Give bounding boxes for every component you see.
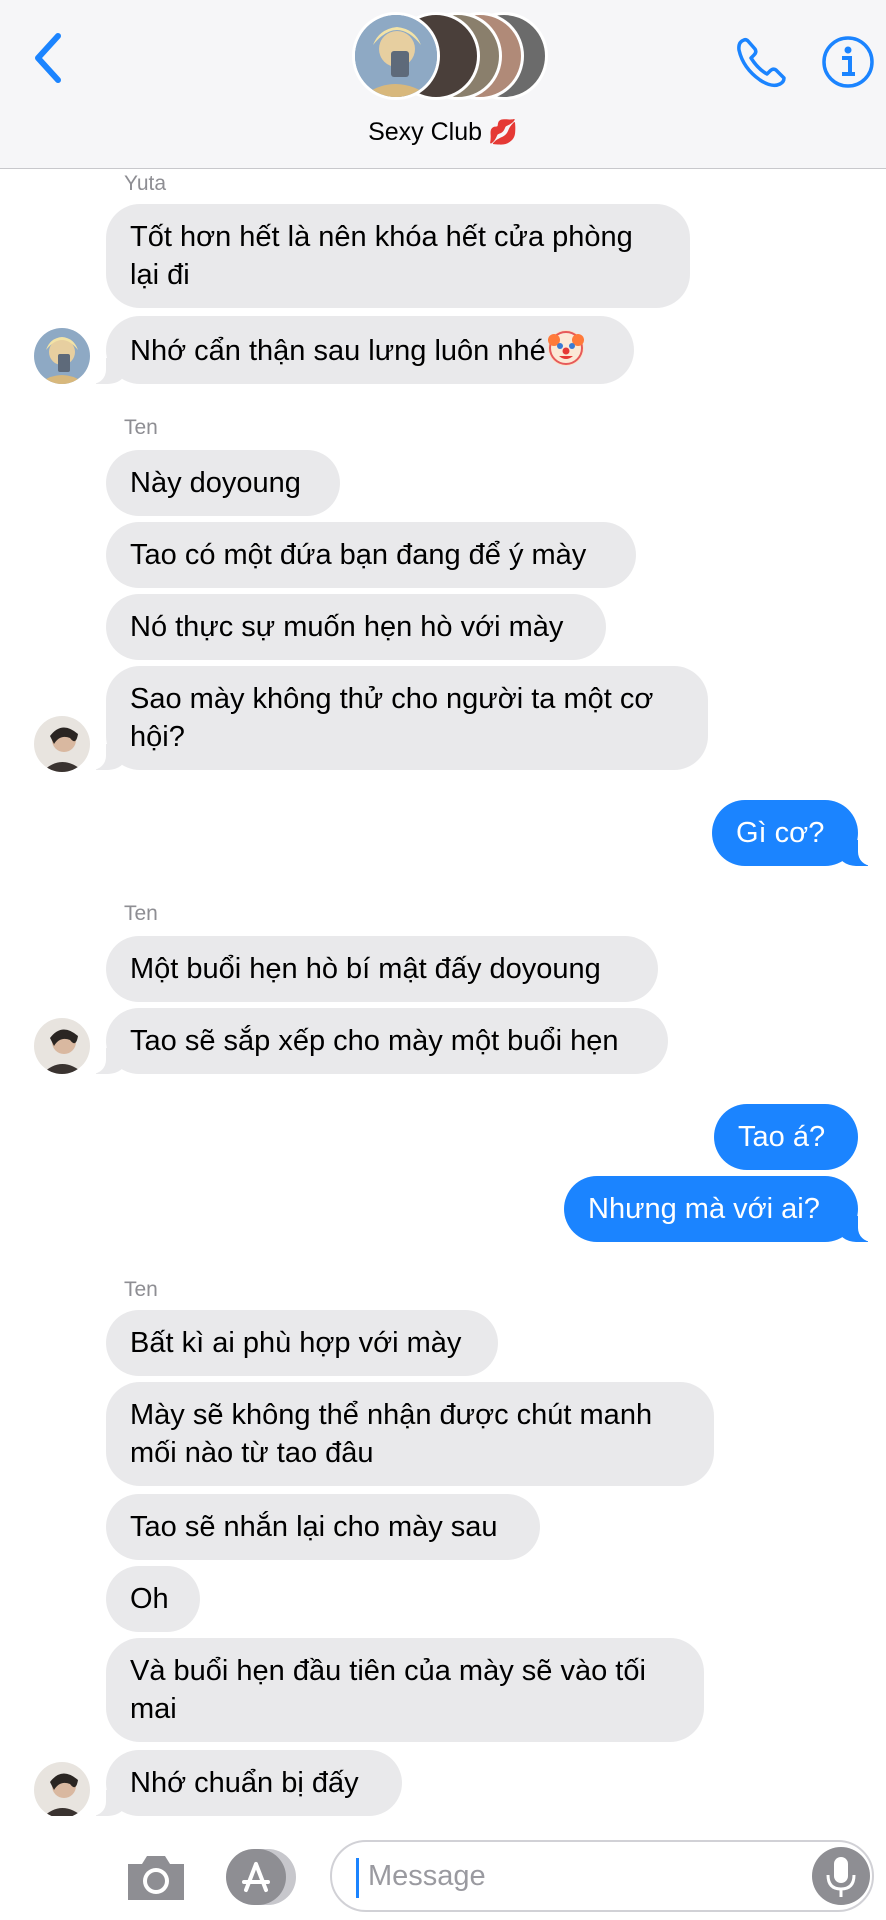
info-button[interactable] bbox=[820, 34, 876, 90]
message-text: Tao sẽ sắp xếp cho mày một buổi hẹn bbox=[130, 1025, 619, 1057]
message-text: Tao có một đứa bạn đang để ý mày bbox=[130, 539, 587, 571]
camera-icon bbox=[128, 1856, 184, 1900]
message-bubble[interactable]: Tao có một đứa bạn đang để ý mày bbox=[106, 522, 636, 588]
message-text: Mày sẽ không thể nhận được chút manh mối… bbox=[130, 1399, 653, 1469]
message-bubble[interactable]: Nhớ chuẩn bị đấy bbox=[84, 1750, 402, 1816]
sender-name: Yuta bbox=[124, 172, 167, 195]
message-bubble[interactable]: Tao sẽ sắp xếp cho mày một buổi hẹn bbox=[84, 1008, 668, 1074]
clown-emoji bbox=[547, 330, 584, 366]
message-text: Nhưng mà với ai? bbox=[588, 1193, 820, 1225]
camera-button[interactable] bbox=[124, 1852, 188, 1904]
group-title[interactable]: Sexy Club 💋 bbox=[0, 118, 886, 147]
message-placeholder: Message bbox=[368, 1860, 486, 1892]
sender-name: Ten bbox=[124, 1278, 158, 1301]
message-text: Sao mày không thử cho người ta một cơ hộ… bbox=[130, 683, 654, 753]
message-text: Và buổi hẹn đầu tiên của mày sẽ vào tối … bbox=[130, 1655, 646, 1725]
message-text: Một buổi hẹn hò bí mật đấy doyoung bbox=[130, 953, 601, 985]
message-text: Tao á? bbox=[738, 1121, 826, 1153]
message-bubble[interactable]: Sao mày không thử cho người ta một cơ hộ… bbox=[84, 666, 708, 770]
message-input[interactable]: Message bbox=[330, 1840, 874, 1912]
microphone-button[interactable] bbox=[812, 1847, 870, 1905]
message-bubble[interactable]: Nhưng mà với ai? bbox=[564, 1176, 880, 1242]
message-text: Bất kì ai phù hợp với mày bbox=[130, 1327, 462, 1359]
message-bubble[interactable]: Mày sẽ không thể nhận được chút manh mối… bbox=[106, 1382, 714, 1486]
message-text: Oh bbox=[130, 1583, 169, 1615]
conversation-header: Sexy Club 💋 bbox=[0, 0, 886, 169]
avatar[interactable] bbox=[34, 328, 90, 384]
message-bubble[interactable]: Oh bbox=[106, 1566, 200, 1632]
avatar bbox=[352, 12, 440, 100]
avatar[interactable] bbox=[34, 1018, 90, 1074]
avatar[interactable] bbox=[34, 1762, 90, 1818]
text-cursor bbox=[356, 1858, 359, 1898]
app-store-icon bbox=[226, 1849, 296, 1905]
message-text: Gì cơ? bbox=[736, 817, 825, 849]
back-button[interactable] bbox=[28, 30, 68, 86]
message-bubble[interactable]: Một buổi hẹn hò bí mật đấy doyoung bbox=[106, 936, 658, 1002]
apps-button[interactable] bbox=[226, 1848, 296, 1906]
message-bubble[interactable]: Gì cơ? bbox=[712, 800, 880, 866]
sender-name: Ten bbox=[124, 902, 158, 925]
message-bubble[interactable]: Tao sẽ nhắn lại cho mày sau bbox=[106, 1494, 540, 1560]
info-icon bbox=[822, 36, 874, 88]
message-text: Nhớ cẩn thận sau lưng luôn nhé bbox=[130, 335, 546, 367]
message-bubble[interactable]: Này doyoung bbox=[106, 450, 340, 516]
message-text: Nó thực sự muốn hẹn hò với mày bbox=[130, 611, 564, 643]
message-text: Tao sẽ nhắn lại cho mày sau bbox=[130, 1511, 498, 1543]
message-bubble[interactable]: Và buổi hẹn đầu tiên của mày sẽ vào tối … bbox=[106, 1638, 704, 1742]
sender-name: Ten bbox=[124, 416, 158, 439]
message-bubble[interactable]: Bất kì ai phù hợp với mày bbox=[106, 1310, 498, 1376]
message-text: Nhớ chuẩn bị đấy bbox=[130, 1767, 359, 1799]
group-name: Sexy Club bbox=[368, 118, 483, 146]
call-button[interactable] bbox=[734, 34, 788, 90]
phone-icon bbox=[737, 37, 786, 88]
message-bubble[interactable]: Tao á? bbox=[714, 1104, 858, 1170]
message-bubble[interactable]: Tốt hơn hết là nên khóa hết cửa phòng lạ… bbox=[106, 204, 690, 308]
message-bubble[interactable]: Nó thực sự muốn hẹn hò với mày bbox=[106, 594, 606, 660]
microphone-icon bbox=[826, 1857, 856, 1897]
group-avatar-stack[interactable] bbox=[352, 10, 552, 104]
message-text: Này doyoung bbox=[130, 467, 301, 499]
avatar[interactable] bbox=[34, 716, 90, 772]
chevron-left-icon bbox=[35, 33, 61, 83]
lips-emoji: 💋 bbox=[488, 119, 518, 146]
message-bubble[interactable]: Nhớ cẩn thận sau lưng luôn nhé bbox=[84, 316, 634, 384]
message-text: Tốt hơn hết là nên khóa hết cửa phòng lạ… bbox=[130, 221, 633, 291]
